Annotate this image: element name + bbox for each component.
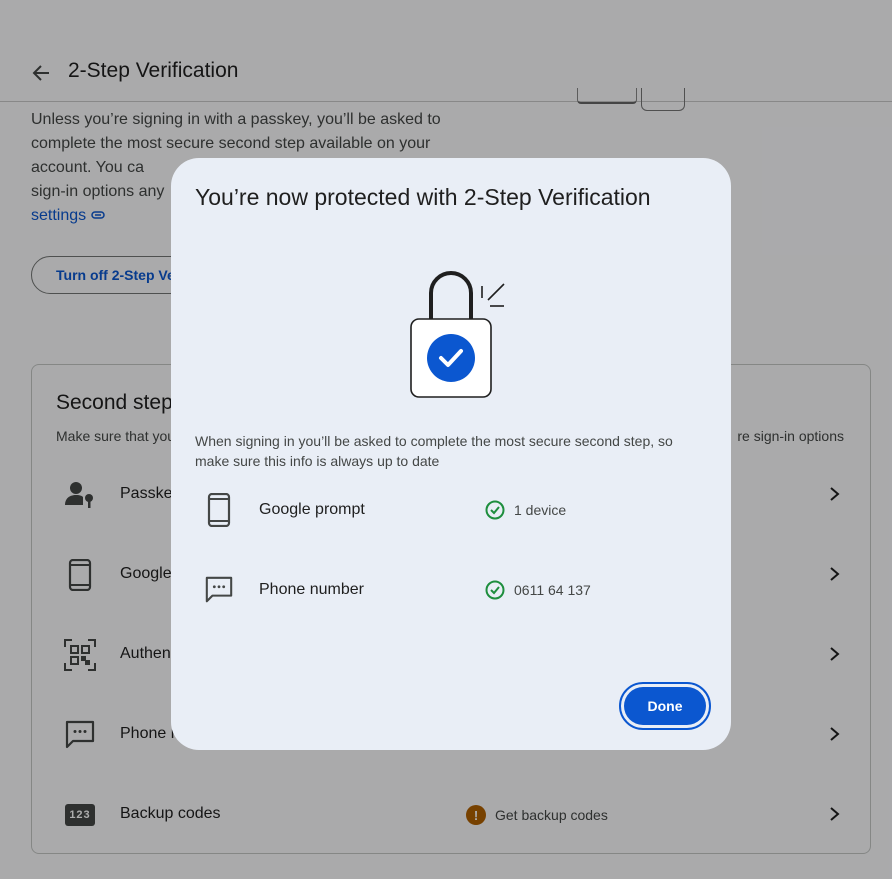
done-button[interactable]: Done bbox=[624, 687, 706, 725]
dialog-item-label: Google prompt bbox=[259, 501, 365, 518]
confirmation-dialog: You’re now protected with 2-Step Verific… bbox=[171, 158, 731, 750]
dialog-item-status: 0611 64 137 bbox=[485, 580, 591, 600]
dialog-description: When signing in you’ll be asked to compl… bbox=[195, 433, 673, 469]
dialog-item-status: 1 device bbox=[485, 500, 566, 520]
check-circle-icon bbox=[485, 500, 505, 520]
status-text: 0611 64 137 bbox=[514, 582, 591, 598]
dialog-item-phone-number: Phone number 0611 64 137 bbox=[195, 570, 707, 610]
lock-check-illustration bbox=[410, 271, 505, 398]
dialog-title: You’re now protected with 2-Step Verific… bbox=[195, 184, 651, 210]
phone-icon bbox=[203, 492, 235, 528]
dialog-item-label: Phone number bbox=[259, 581, 364, 598]
dialog-item-google-prompt: Google prompt 1 device bbox=[195, 490, 707, 530]
done-button-focus-ring: Done bbox=[619, 682, 711, 730]
check-circle-icon bbox=[485, 580, 505, 600]
message-icon bbox=[203, 572, 235, 608]
status-text: 1 device bbox=[514, 502, 567, 518]
